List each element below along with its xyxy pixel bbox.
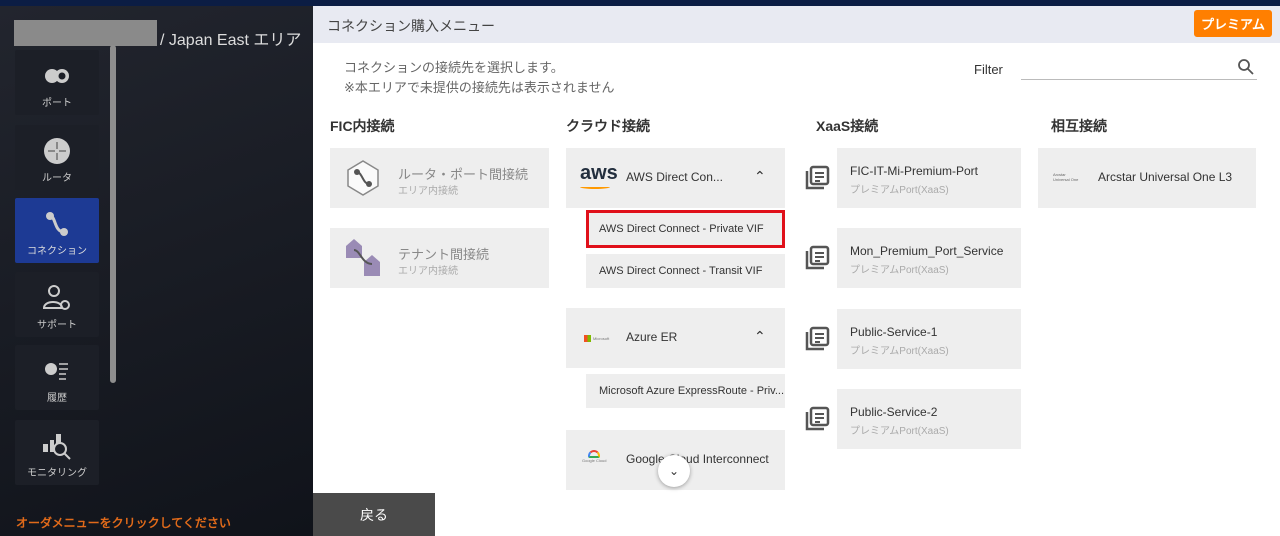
card-title: ルータ・ポート間接続 bbox=[398, 167, 529, 182]
service-list-icon bbox=[805, 326, 830, 351]
search-icon[interactable] bbox=[1237, 58, 1255, 76]
card-xaas-service[interactable]: Public-Service-1 プレミアムPort(XaaS) bbox=[837, 309, 1021, 369]
column-header-fic: FIC内接続 bbox=[330, 118, 395, 134]
port-icon bbox=[45, 69, 69, 83]
card-xaas-service[interactable]: Mon_Premium_Port_Service プレミアムPort(XaaS) bbox=[837, 228, 1021, 288]
service-list-icon bbox=[805, 406, 830, 431]
arcstar-logo: Arcstar Universal One bbox=[1053, 172, 1079, 182]
sidebar-item-label: サポート bbox=[37, 320, 77, 331]
card-subtitle: プレミアムPort(XaaS) bbox=[850, 346, 949, 357]
sidebar-item-connection[interactable]: コネクション bbox=[15, 198, 99, 263]
order-hint: オーダメニューをクリックしてください bbox=[16, 516, 231, 530]
filter-label: Filter bbox=[974, 62, 1003, 77]
support-icon bbox=[42, 285, 70, 310]
router-port-connection-icon bbox=[347, 160, 379, 196]
modal-title: コネクション購入メニュー bbox=[327, 18, 495, 34]
card-title: FIC-IT-Mi-Premium-Port bbox=[850, 164, 978, 178]
modal-header: コネクション購入メニュー プレミアム bbox=[313, 6, 1280, 43]
scroll-down-button[interactable]: ⌄ bbox=[658, 455, 690, 487]
sidebar-item-label: 履歴 bbox=[47, 393, 67, 404]
history-icon bbox=[45, 363, 68, 380]
card-xaas-service[interactable]: FIC-IT-Mi-Premium-Port プレミアムPort(XaaS) bbox=[837, 148, 1021, 208]
card-subtitle: エリア内接続 bbox=[398, 266, 458, 277]
tenant-connection-icon bbox=[346, 239, 380, 276]
google-cloud-logo: Google Cloud bbox=[582, 450, 606, 463]
sidebar-item-history[interactable]: 履歴 bbox=[15, 345, 99, 410]
card-title: Public-Service-2 bbox=[850, 405, 938, 419]
filter-input[interactable] bbox=[1021, 56, 1257, 80]
sidebar-item-label: モニタリング bbox=[27, 468, 87, 479]
column-header-xaas: XaaS接続 bbox=[816, 118, 879, 134]
breadcrumb: / Japan East エリア bbox=[160, 32, 302, 49]
sidebar-item-label: ポート bbox=[42, 98, 72, 109]
column-header-mutual: 相互接続 bbox=[1051, 118, 1107, 134]
card-title: テナント間接続 bbox=[398, 247, 490, 262]
option-aws-transit-vif[interactable]: AWS Direct Connect - Transit VIF bbox=[586, 254, 785, 288]
card-tenant-connection[interactable]: テナント間接続 エリア内接続 bbox=[330, 228, 549, 288]
sidebar-item-monitoring[interactable]: モニタリング bbox=[15, 420, 99, 485]
card-title: Arcstar Universal One L3 bbox=[1098, 170, 1233, 184]
option-aws-private-vif[interactable]: AWS Direct Connect - Private VIF bbox=[586, 210, 785, 248]
card-router-port-connection[interactable]: ルータ・ポート間接続 エリア内接続 bbox=[330, 148, 549, 208]
card-subtitle: エリア内接続 bbox=[398, 186, 458, 197]
card-subtitle: プレミアムPort(XaaS) bbox=[850, 265, 949, 276]
column-header-cloud: クラウド接続 bbox=[566, 118, 650, 134]
card-xaas-service[interactable]: Public-Service-2 プレミアムPort(XaaS) bbox=[837, 389, 1021, 449]
aws-logo: aws bbox=[580, 162, 618, 189]
description-line: コネクションの接続先を選択します。 bbox=[344, 60, 564, 75]
card-arcstar[interactable]: Arcstar Universal One Arcstar Universal O… bbox=[1038, 148, 1256, 208]
router-icon bbox=[44, 138, 70, 164]
back-button[interactable]: 戻る bbox=[313, 493, 435, 536]
chevron-up-icon[interactable]: ⌃ bbox=[754, 168, 766, 185]
microsoft-azure-logo: Microsoft bbox=[584, 335, 609, 342]
group-azure[interactable]: Microsoft Azure ER ⌃ bbox=[566, 308, 785, 368]
monitoring-icon bbox=[43, 434, 71, 460]
group-title: Azure ER bbox=[626, 330, 678, 344]
redacted-breadcrumb bbox=[14, 20, 157, 46]
chevron-down-icon: ⌄ bbox=[668, 464, 680, 478]
sidebar-item-port[interactable]: ポート bbox=[15, 50, 99, 115]
premium-button[interactable]: プレミアム bbox=[1194, 10, 1272, 37]
chevron-up-icon[interactable]: ⌃ bbox=[754, 328, 766, 345]
sidebar-item-router[interactable]: ルータ bbox=[15, 125, 99, 190]
service-list-icon bbox=[805, 245, 830, 270]
sidebar-item-support[interactable]: サポート bbox=[15, 272, 99, 337]
modal-description: コネクションの接続先を選択します。 ※本エリアで未提供の接続先は表示されません bbox=[344, 58, 615, 98]
group-aws[interactable]: aws AWS Direct Con... ⌃ bbox=[566, 148, 785, 208]
card-title: Public-Service-1 bbox=[850, 325, 938, 339]
sidebar-item-label: ルータ bbox=[42, 173, 72, 184]
group-title: AWS Direct Con... bbox=[626, 170, 723, 184]
card-subtitle: プレミアムPort(XaaS) bbox=[850, 426, 949, 437]
sidebar-item-label: コネクション bbox=[27, 246, 87, 257]
group-title: Google Cloud Interconnect bbox=[626, 452, 769, 466]
connection-icon bbox=[46, 212, 68, 236]
card-subtitle: プレミアムPort(XaaS) bbox=[850, 185, 949, 196]
option-azure-expressroute[interactable]: Microsoft Azure ExpressRoute - Priv... bbox=[586, 374, 785, 408]
description-line: ※本エリアで未提供の接続先は表示されません bbox=[344, 80, 615, 95]
service-list-icon bbox=[805, 165, 830, 190]
connection-purchase-modal: コネクション購入メニュー プレミアム コネクションの接続先を選択します。 ※本エ… bbox=[313, 6, 1280, 536]
sidebar-scrollbar[interactable] bbox=[110, 45, 116, 383]
card-title: Mon_Premium_Port_Service bbox=[850, 244, 1004, 258]
